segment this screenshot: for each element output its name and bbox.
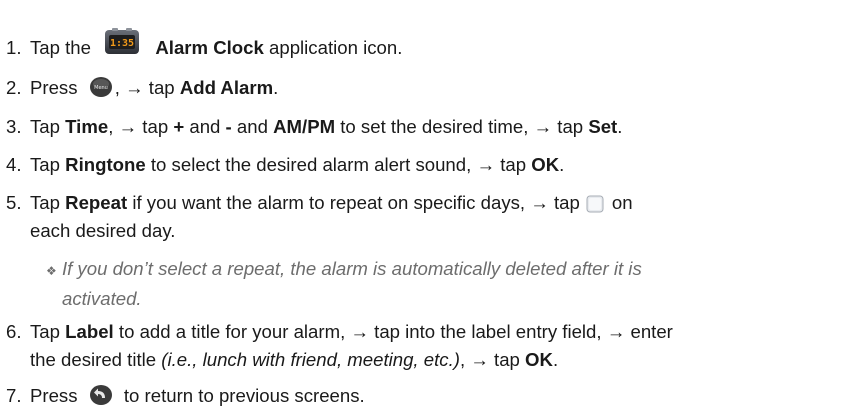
step-number: 1. — [6, 37, 22, 58]
menu-key-icon: Menu — [89, 76, 113, 98]
step-text: Press Menu , → tap Add Alarm. — [30, 76, 279, 98]
step-number: 5. — [6, 192, 22, 213]
step-text: Tap Time, → tap + and - and AM/PM to set… — [30, 116, 623, 137]
step-number: 2. — [6, 77, 22, 98]
step-number: 3. — [6, 116, 22, 137]
step-text-continued: the desired title (i.e., lunch with frie… — [30, 349, 559, 370]
step-text: Press to return to previous screens. — [30, 384, 365, 406]
step-text: Tap the 1:35 Alarm Clock application ico… — [30, 28, 402, 64]
step-text: Tap Label to add a title for your alarm,… — [30, 321, 673, 342]
alarm-clock-app-icon: 1:35 — [102, 27, 142, 57]
note-bullet: ❖ — [46, 264, 57, 278]
step-number: 4. — [6, 154, 22, 175]
back-key-icon — [89, 384, 113, 406]
checkbox-icon — [586, 193, 604, 213]
note-text: If you don’t select a repeat, the alarm … — [61, 258, 642, 279]
step-number: 6. — [6, 321, 22, 342]
svg-text:1:35: 1:35 — [110, 38, 134, 49]
note: ❖ If you don’t select a repeat, the alar… — [46, 255, 846, 312]
svg-text:Menu: Menu — [94, 85, 108, 91]
instruction-document: 1. Tap the 1:35 Alarm Clock application … — [0, 0, 867, 408]
step-text: Tap Ringtone to select the desired alarm… — [30, 154, 565, 175]
step-text-continued: each desired day. — [30, 220, 176, 241]
step-number: 7. — [6, 385, 22, 406]
step-text: Tap Repeat if you want the alarm to repe… — [30, 192, 633, 213]
note-text-continued: activated. — [62, 288, 142, 309]
